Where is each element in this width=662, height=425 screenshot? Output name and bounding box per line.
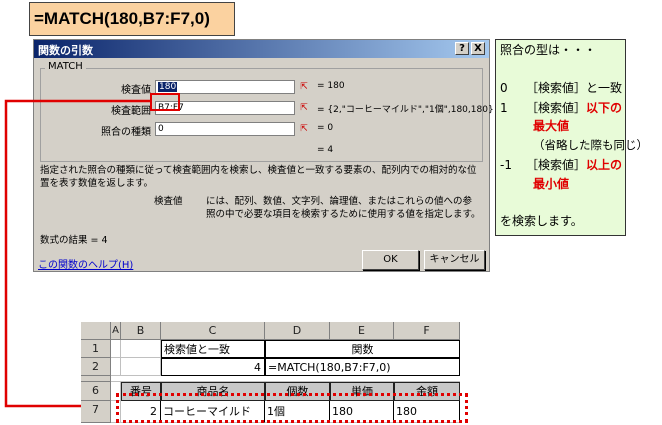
info-type-1-note: （省略した際も同じ）: [533, 138, 648, 152]
cell-b1[interactable]: [121, 340, 161, 358]
info-type-1-red: 以下の: [586, 101, 623, 115]
info-heading: 照合の型は・・・: [500, 43, 597, 57]
lookup-range-row-highlight: [116, 393, 468, 423]
cell-a2[interactable]: [111, 358, 121, 376]
row-header-7[interactable]: 7: [81, 401, 111, 423]
info-type-neg1-num: -1: [500, 158, 512, 172]
cell-d2-merged[interactable]: =MATCH(180,B7:F7,0): [265, 358, 460, 376]
col-header-e[interactable]: E: [330, 322, 394, 340]
cell-d1-merged[interactable]: 関数: [265, 340, 460, 358]
info-type-0-num: 0: [500, 81, 508, 95]
info-type-1-max: 最大値: [533, 119, 570, 133]
col-header-f[interactable]: F: [394, 322, 460, 340]
info-footer: を検索します。: [500, 214, 583, 228]
col-header-c[interactable]: C: [161, 322, 265, 340]
info-type-1-text: ［検索値］: [526, 101, 587, 115]
col-header-a[interactable]: A: [111, 322, 121, 340]
corner-cell[interactable]: [81, 322, 111, 340]
match-type-info: 照合の型は・・・ 0 ［検索値］と一致 1 ［検索値］以下の 最大値 （省略した…: [495, 39, 648, 236]
row-header-2[interactable]: 2: [81, 358, 111, 376]
row-header-6[interactable]: 6: [81, 382, 111, 401]
cell-c2[interactable]: 4: [161, 358, 265, 376]
cell-c1[interactable]: 検索値と一致: [161, 340, 265, 358]
info-type-neg1-red: 以上の: [586, 158, 623, 172]
cell-b2[interactable]: [121, 358, 161, 376]
cell-a1[interactable]: [111, 340, 121, 358]
col-header-d[interactable]: D: [265, 322, 330, 340]
info-type-0-text: ［検索値］と一致: [526, 81, 623, 95]
row-header-1[interactable]: 1: [81, 340, 111, 358]
info-type-neg1-text: ［検索値］: [526, 158, 587, 172]
info-type-neg1-min: 最小値: [533, 177, 570, 191]
col-header-b[interactable]: B: [121, 322, 161, 340]
info-type-1-num: 1: [500, 101, 508, 115]
